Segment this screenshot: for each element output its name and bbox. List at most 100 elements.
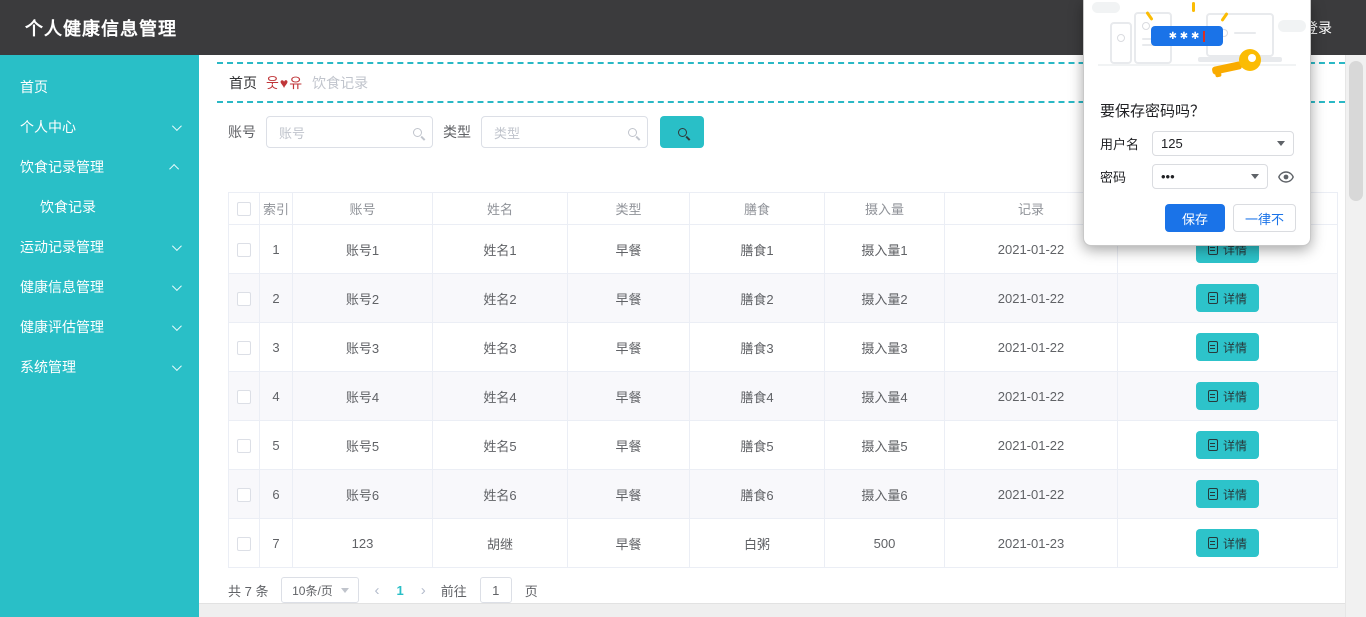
chevron-down-icon	[171, 240, 182, 251]
masked-password-text: ✱ ✱ ✱	[1168, 30, 1200, 42]
table-body: 1 账号1 姓名1 早餐 膳食1 摄入量1 2021-01-22 详情 2 账号…	[228, 224, 1338, 568]
cell-account: 123	[292, 518, 433, 568]
detail-button[interactable]: 详情	[1195, 284, 1259, 312]
document-icon	[1207, 537, 1218, 549]
detail-label: 详情	[1222, 389, 1247, 404]
app-title: 个人健康信息管理	[25, 18, 177, 39]
never-button[interactable]: 一律不	[1232, 204, 1296, 232]
scrollbar-thumb[interactable]	[1349, 61, 1363, 201]
chevron-up-icon	[169, 163, 180, 174]
search-button[interactable]	[660, 116, 704, 148]
document-icon	[1207, 488, 1218, 500]
username-select[interactable]: 125	[1152, 131, 1294, 156]
chevron-down-icon	[171, 360, 182, 371]
breadcrumb-separator-icon: 웃♥유	[266, 74, 304, 91]
cell-intake: 摄入量3	[824, 322, 945, 372]
cell-index: 5	[259, 420, 293, 470]
header-intake: 摄入量	[824, 192, 945, 225]
detail-button[interactable]: 详情	[1195, 431, 1259, 459]
masked-password-pill: ✱ ✱ ✱	[1151, 26, 1223, 46]
cell-name: 胡继	[432, 518, 568, 568]
cell-record: 2021-01-22	[944, 420, 1118, 470]
goto-page-input[interactable]: 1	[479, 577, 512, 603]
account-placeholder: 账号	[279, 125, 306, 141]
cell-record: 2021-01-22	[944, 469, 1118, 519]
row-checkbox[interactable]	[237, 340, 251, 355]
sidebar-item-label: 健康信息管理	[20, 279, 104, 295]
search-icon	[628, 127, 637, 137]
cell-type: 早餐	[567, 371, 690, 421]
sidebar-item-health-assessment-mgmt[interactable]: 健康评估管理	[0, 307, 199, 347]
cloud-icon	[1278, 20, 1306, 32]
header-name: 姓名	[432, 192, 568, 225]
sidebar-item-label: 饮食记录管理	[20, 159, 104, 175]
detail-button[interactable]: 详情	[1195, 333, 1259, 361]
row-checkbox[interactable]	[237, 536, 251, 551]
dialog-title: 要保存密码吗？	[1100, 103, 1206, 120]
phone-icon	[1110, 22, 1132, 64]
header-account: 账号	[292, 192, 433, 225]
password-illustration: ✱ ✱ ✱	[1084, 0, 1310, 88]
detail-label: 详情	[1222, 487, 1247, 502]
table-row: 7 123 胡继 早餐 白粥 500 2021-01-23 详情	[228, 518, 1338, 568]
cell-intake: 摄入量1	[824, 224, 945, 274]
cell-meal: 膳食4	[689, 371, 825, 421]
type-input[interactable]: 类型	[481, 116, 648, 148]
cell-name: 姓名3	[432, 322, 568, 372]
cell-intake: 摄入量4	[824, 371, 945, 421]
detail-label: 详情	[1222, 291, 1247, 306]
cell-meal: 膳食6	[689, 469, 825, 519]
chevron-down-icon	[1277, 141, 1285, 146]
account-input[interactable]: 账号	[266, 116, 433, 148]
cell-type: 早餐	[567, 273, 690, 323]
row-checkbox[interactable]	[237, 487, 251, 502]
document-icon	[1207, 390, 1218, 402]
table-row: 4 账号4 姓名4 早餐 膳食4 摄入量4 2021-01-22 详情	[228, 371, 1338, 421]
header-meal: 膳食	[689, 192, 825, 225]
spark-icon	[1192, 2, 1195, 12]
sidebar-item-personal-center[interactable]: 个人中心	[0, 107, 199, 147]
password-select[interactable]: •••	[1152, 164, 1268, 189]
cell-meal: 膳食2	[689, 273, 825, 323]
detail-button[interactable]: 详情	[1195, 480, 1259, 508]
header-index: 索引	[259, 192, 293, 225]
cell-index: 4	[259, 371, 293, 421]
cell-account: 账号4	[292, 371, 433, 421]
ground-line	[1098, 64, 1296, 66]
sidebar-item-diet-record[interactable]: 饮食记录	[0, 187, 199, 227]
detail-button[interactable]: 详情	[1195, 529, 1259, 557]
cell-type: 早餐	[567, 420, 690, 470]
chevron-down-icon	[171, 280, 182, 291]
page-unit-label: 页	[524, 583, 538, 599]
sidebar-item-health-info-mgmt[interactable]: 健康信息管理	[0, 267, 199, 307]
save-button[interactable]: 保存	[1164, 204, 1225, 232]
prev-page-button[interactable]: ‹	[372, 582, 381, 599]
row-checkbox[interactable]	[237, 438, 251, 453]
row-checkbox[interactable]	[237, 242, 251, 257]
detail-label: 详情	[1222, 340, 1247, 355]
detail-button[interactable]: 详情	[1195, 382, 1259, 410]
page-size-select[interactable]: 10条/页	[281, 577, 360, 603]
cell-name: 姓名1	[432, 224, 568, 274]
select-all-checkbox[interactable]	[237, 202, 251, 217]
breadcrumb-current: 饮食记录	[312, 74, 369, 91]
breadcrumb-home[interactable]: 首页	[229, 73, 257, 93]
cell-account: 账号1	[292, 224, 433, 274]
sidebar-item-home[interactable]: 首页	[0, 67, 199, 107]
scrollbar[interactable]	[1345, 55, 1366, 617]
page-number-1[interactable]: 1	[394, 583, 405, 598]
cell-intake: 500	[824, 518, 945, 568]
table-row: 6 账号6 姓名6 早餐 膳食6 摄入量6 2021-01-22 详情	[228, 469, 1338, 519]
sidebar-item-system-mgmt[interactable]: 系统管理	[0, 347, 199, 387]
chevron-down-icon	[171, 120, 182, 131]
next-page-button[interactable]: ›	[419, 582, 428, 599]
eye-icon[interactable]	[1278, 170, 1294, 183]
document-icon	[1207, 292, 1218, 304]
sidebar-item-label: 首页	[20, 79, 48, 95]
row-checkbox[interactable]	[237, 389, 251, 404]
sidebar-item-exercise-record-mgmt[interactable]: 运动记录管理	[0, 227, 199, 267]
row-checkbox[interactable]	[237, 291, 251, 306]
sidebar-item-diet-record-mgmt[interactable]: 饮食记录管理	[0, 147, 199, 187]
search-icon	[413, 127, 422, 137]
cell-name: 姓名6	[432, 469, 568, 519]
